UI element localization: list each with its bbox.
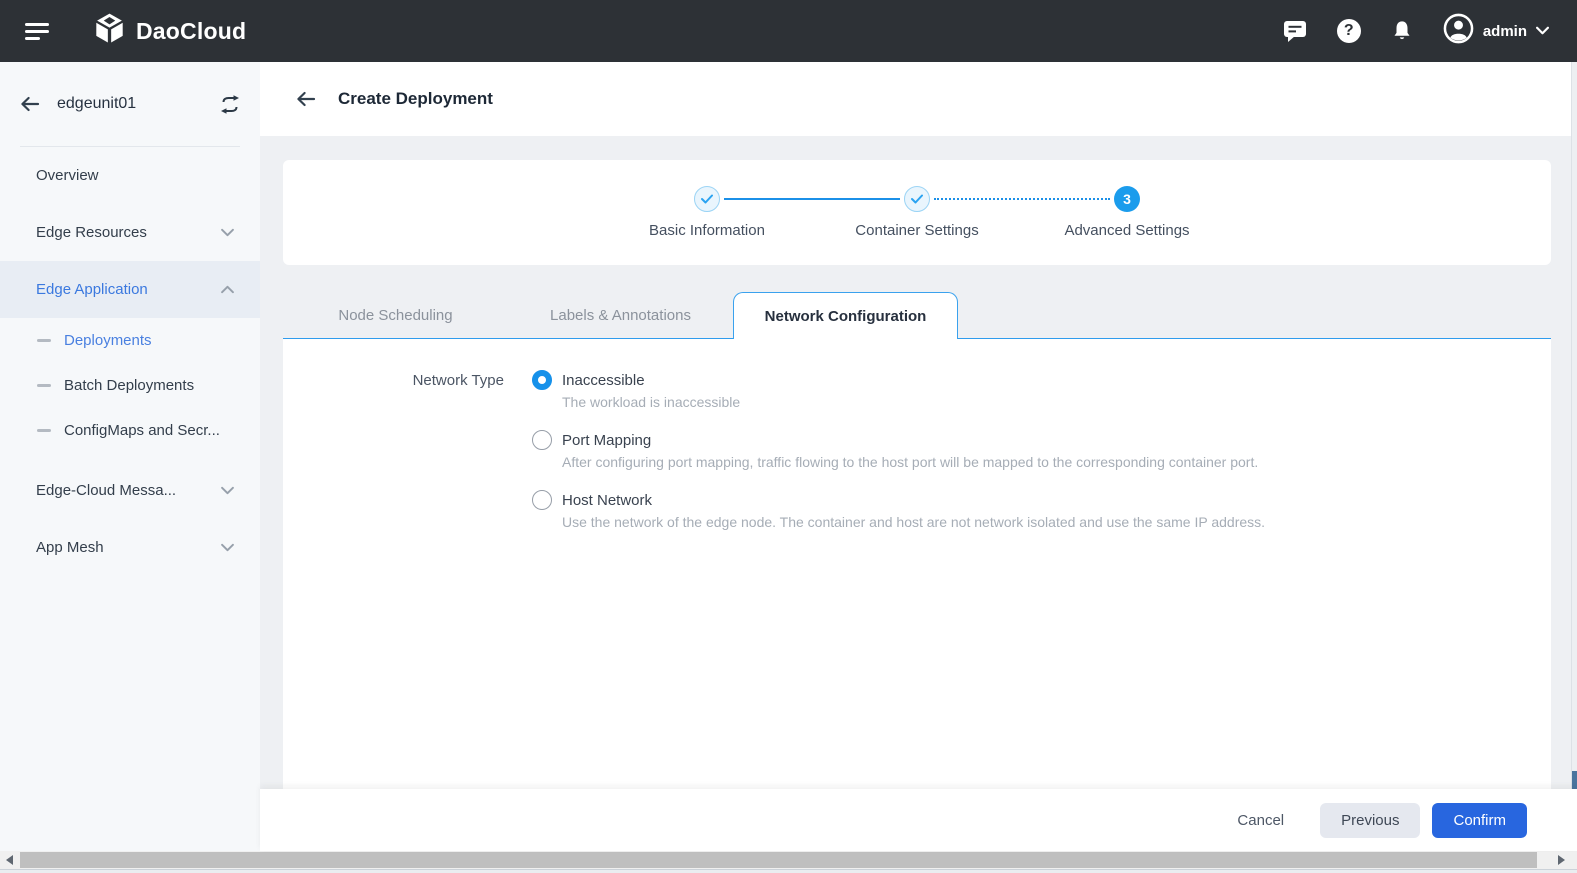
- horizontal-scrollbar[interactable]: [0, 851, 1577, 869]
- confirm-button[interactable]: Confirm: [1432, 803, 1527, 838]
- option-description: After configuring port mapping, traffic …: [562, 454, 1265, 470]
- action-footer: Cancel Previous Confirm: [260, 789, 1577, 851]
- step-connector-dotted: [934, 198, 1110, 200]
- scroll-left-arrow-icon[interactable]: [0, 851, 18, 869]
- username: admin: [1483, 23, 1527, 40]
- chevron-down-icon: [221, 224, 234, 241]
- radio-button-host-network[interactable]: [532, 490, 552, 510]
- sidebar-item-overview[interactable]: Overview: [0, 147, 260, 204]
- daocloud-cube-icon: [93, 12, 126, 50]
- message-icon[interactable]: [1283, 20, 1307, 43]
- page-title: Create Deployment: [338, 89, 493, 109]
- dash-icon: [37, 429, 51, 432]
- option-description: The workload is inaccessible: [562, 394, 1265, 410]
- network-configuration-panel: Network Type Inaccessible The workload i…: [283, 339, 1551, 789]
- sidebar: edgeunit01 Overview Edge Resources Edge …: [0, 62, 260, 851]
- sidebar-item-edge-cloud-message[interactable]: Edge-Cloud Messa...: [0, 462, 260, 519]
- hamburger-menu-icon[interactable]: [25, 19, 49, 44]
- sidebar-item-app-mesh[interactable]: App Mesh: [0, 519, 260, 576]
- sidebar-item-batch-deployments[interactable]: Batch Deployments: [0, 363, 260, 408]
- stepper: 3 Basic Information Container Settings A…: [283, 160, 1551, 265]
- main-area: Create Deployment 3 Basic Informatio: [260, 62, 1577, 851]
- scroll-right-arrow-icon[interactable]: [1552, 851, 1570, 869]
- step-1-label: Basic Information: [602, 222, 812, 239]
- horizontal-scrollbar-thumb[interactable]: [20, 852, 1537, 868]
- tab-node-scheduling[interactable]: Node Scheduling: [283, 292, 508, 338]
- step-1-check-icon: [694, 186, 720, 212]
- tab-bar: Node Scheduling Labels & Annotations Net…: [283, 292, 1551, 339]
- bell-icon[interactable]: [1391, 20, 1413, 42]
- refresh-icon[interactable]: [220, 95, 240, 114]
- avatar-icon: [1443, 13, 1474, 49]
- chevron-up-icon: [221, 281, 234, 298]
- radio-button-port-mapping[interactable]: [532, 430, 552, 450]
- radio-option-inaccessible[interactable]: Inaccessible The workload is inaccessibl…: [532, 370, 1265, 410]
- sidebar-back-arrow-icon[interactable]: [20, 96, 40, 112]
- tab-labels-annotations[interactable]: Labels & Annotations: [508, 292, 733, 338]
- page-header: Create Deployment: [260, 62, 1577, 136]
- sidebar-item-edge-resources[interactable]: Edge Resources: [0, 204, 260, 261]
- step-3-number: 3: [1114, 186, 1140, 212]
- tab-network-configuration[interactable]: Network Configuration: [733, 292, 958, 339]
- dash-icon: [37, 339, 51, 342]
- dash-icon: [37, 384, 51, 387]
- previous-button[interactable]: Previous: [1320, 803, 1420, 838]
- cancel-button[interactable]: Cancel: [1237, 812, 1284, 829]
- sidebar-title: edgeunit01: [57, 95, 220, 113]
- step-2-check-icon: [904, 186, 930, 212]
- step-3-label: Advanced Settings: [1022, 222, 1232, 239]
- brand-name: DaoCloud: [136, 18, 246, 45]
- chevron-down-icon: [221, 482, 234, 499]
- radio-button-inaccessible[interactable]: [532, 370, 552, 390]
- daocloud-logo[interactable]: DaoCloud: [93, 12, 246, 50]
- help-icon[interactable]: ?: [1337, 19, 1361, 43]
- radio-option-host-network[interactable]: Host Network Use the network of the edge…: [532, 490, 1265, 530]
- sidebar-item-configmaps-secrets[interactable]: ConfigMaps and Secr...: [0, 408, 260, 453]
- step-connector-solid: [724, 198, 900, 200]
- radio-option-port-mapping[interactable]: Port Mapping After configuring port mapp…: [532, 430, 1265, 470]
- chevron-down-icon: [1536, 22, 1549, 40]
- chevron-down-icon: [221, 539, 234, 556]
- sidebar-item-deployments[interactable]: Deployments: [0, 318, 260, 363]
- vertical-scrollbar[interactable]: [1571, 62, 1577, 851]
- user-menu[interactable]: admin: [1443, 13, 1549, 49]
- sidebar-item-edge-application[interactable]: Edge Application: [0, 261, 260, 318]
- network-type-label: Network Type: [283, 370, 504, 550]
- page-back-arrow-icon[interactable]: [296, 91, 316, 107]
- topbar: DaoCloud ?: [0, 0, 1577, 62]
- option-description: Use the network of the edge node. The co…: [562, 514, 1265, 530]
- bottom-edge: [0, 869, 1577, 873]
- step-2-label: Container Settings: [812, 222, 1022, 239]
